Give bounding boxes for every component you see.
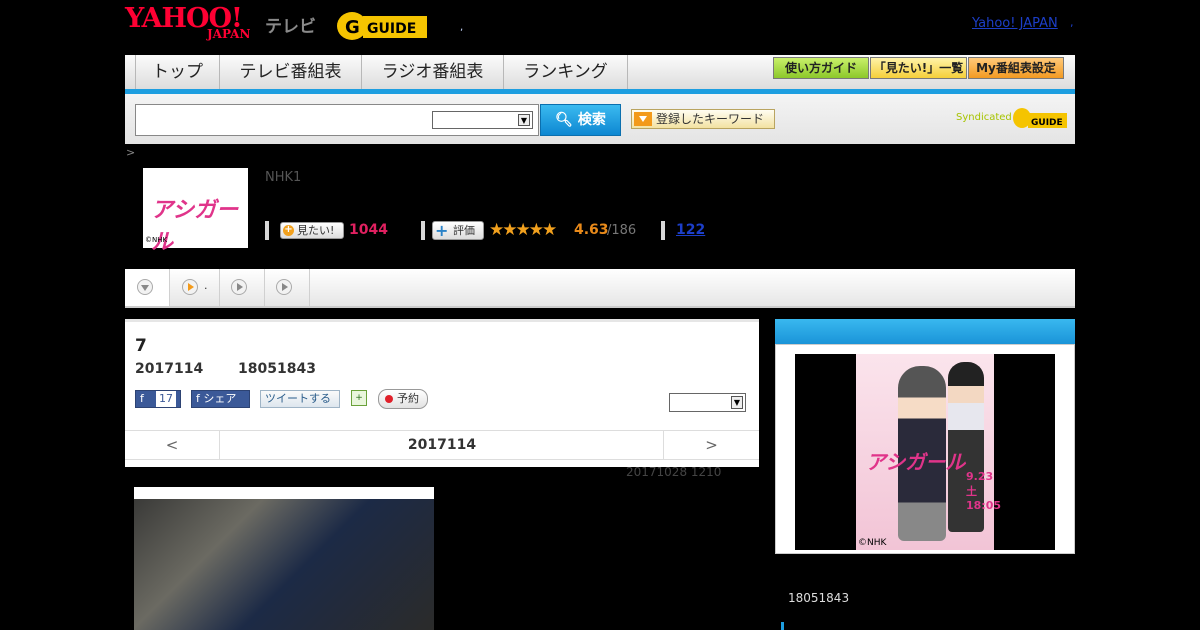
- syndicated-text: Syndicated: [956, 112, 1012, 123]
- stat-divider: [265, 221, 269, 240]
- nav-item-tv-schedule[interactable]: テレビ番組表: [220, 55, 362, 90]
- search-category-select[interactable]: ▼: [432, 111, 533, 129]
- side-accent-line: [781, 622, 784, 630]
- episode-pager: < 2017114 >: [125, 430, 759, 460]
- tweet-button[interactable]: ツイートする: [260, 390, 340, 408]
- rating-count: /186: [607, 223, 637, 238]
- tab-episodes[interactable]: .: [170, 269, 220, 306]
- rate-label: 評価: [453, 224, 475, 237]
- poster-credit: ©NHK: [858, 538, 887, 548]
- facebook-share-button[interactable]: f シェア: [191, 390, 250, 408]
- search-icon: 🔍︎: [555, 112, 573, 128]
- side-air-time: 18051843: [788, 591, 850, 605]
- nav-item-ranking[interactable]: ランキング: [504, 55, 628, 90]
- tv-label[interactable]: テレビ: [265, 12, 316, 37]
- play-icon: [231, 279, 247, 295]
- episode-select[interactable]: ▼: [669, 393, 746, 412]
- header-separator: ,: [460, 22, 464, 33]
- episode-time: 18051843: [238, 361, 316, 377]
- nav-item-radio-schedule[interactable]: ラジオ番組表: [362, 55, 504, 90]
- prev-episode-button[interactable]: <: [125, 431, 220, 459]
- side-panel: アシガール 9.23 土 18:05 ©NHK: [775, 344, 1075, 554]
- search-button-label: 検索: [577, 112, 606, 128]
- header-dot: ,: [1070, 16, 1074, 29]
- program-thumbnail[interactable]: アシガール ©NHK: [143, 168, 248, 255]
- play-icon: [182, 279, 198, 295]
- rating-value: 4.63: [574, 222, 609, 238]
- updated-timestamp: 20171028 1210: [626, 465, 722, 479]
- search-bar: ▼ 🔍︎ 検索 登録したキーワード Syndicated GUIDE: [125, 94, 1075, 144]
- reserve-label: 予約: [397, 392, 419, 405]
- want-list-button[interactable]: 「見たい!」一覧: [870, 57, 967, 79]
- program-poster[interactable]: アシガール 9.23 土 18:05 ©NHK: [795, 354, 1055, 550]
- next-episode-button[interactable]: >: [663, 431, 759, 459]
- search-button[interactable]: 🔍︎ 検索: [540, 104, 621, 136]
- episode-photo: [134, 499, 434, 630]
- program-thumb-title: アシガール: [151, 197, 239, 255]
- tab-episodes-label: .: [204, 279, 208, 292]
- tab-reviews[interactable]: [265, 269, 310, 306]
- facebook-like-count: 17: [156, 391, 176, 407]
- plus-icon: +: [283, 224, 294, 236]
- facebook-icon: f: [140, 392, 144, 405]
- calendar-add-icon[interactable]: +: [351, 390, 367, 406]
- want-to-watch-count: 1044: [349, 222, 388, 238]
- program-tabbar: .: [125, 269, 1075, 308]
- stat-divider: [421, 221, 425, 240]
- svg-text:GUIDE: GUIDE: [1031, 118, 1063, 128]
- gguide-logo[interactable]: G GUIDE: [335, 8, 431, 42]
- record-icon: [385, 395, 393, 403]
- channel-name: NHK1: [265, 170, 302, 185]
- poster-date: 9.23 土 18:05: [966, 470, 1002, 512]
- side-panel-header: [775, 319, 1075, 344]
- plus-icon: +: [435, 221, 449, 240]
- poster-background: アシガール 9.23 土 18:05: [856, 354, 1001, 550]
- chevron-down-icon: ▼: [518, 114, 530, 126]
- rate-button[interactable]: + 評価: [432, 221, 484, 240]
- play-icon: [276, 279, 292, 295]
- rating-stars: ★★★★★: [489, 220, 557, 240]
- syndicated-gguide-logo: Syndicated GUIDE: [956, 106, 1068, 130]
- page: YAHOO! JAPAN テレビ G GUIDE , Yahoo! JAPAN …: [0, 0, 1200, 630]
- yahoo-japan-link[interactable]: Yahoo! JAPAN: [972, 16, 1058, 31]
- gguide-mini-logo: GUIDE: [1013, 108, 1067, 128]
- current-episode-date: 2017114: [407, 437, 477, 453]
- reserve-button[interactable]: 予約: [378, 389, 428, 409]
- breadcrumb[interactable]: >: [126, 146, 135, 159]
- episode-number: 7: [135, 336, 147, 356]
- guide-button[interactable]: 使い方ガイド: [773, 57, 869, 79]
- chevron-down-icon: ▼: [731, 396, 743, 409]
- registered-keyword-button[interactable]: 登録したキーワード: [631, 109, 775, 129]
- facebook-like-button[interactable]: f 17: [135, 390, 181, 408]
- tab-overview[interactable]: [125, 269, 170, 306]
- svg-text:G: G: [345, 17, 360, 38]
- episode-date: 2017114: [135, 361, 204, 377]
- episode-image: [134, 487, 434, 630]
- registered-keyword-label: 登録したキーワード: [656, 112, 765, 126]
- program-thumb-credit: ©NHK: [145, 236, 168, 244]
- tab-cast[interactable]: [220, 269, 265, 306]
- stat-divider: [661, 221, 665, 240]
- svg-text:GUIDE: GUIDE: [367, 21, 416, 37]
- chevron-down-icon: [137, 279, 153, 295]
- episode-panel: 7 2017114 18051843 f 17 f シェア ツイートする + 予…: [125, 319, 759, 467]
- poster-logo: アシガール: [866, 450, 966, 474]
- nav-item-top[interactable]: トップ: [135, 55, 220, 90]
- want-to-watch-label: 見たい!: [297, 224, 335, 237]
- want-to-watch-button[interactable]: + 見たい!: [280, 222, 344, 239]
- dropdown-arrow-icon: [634, 112, 652, 126]
- review-count-link[interactable]: 122: [676, 222, 705, 238]
- my-schedule-button[interactable]: My番組表設定: [968, 57, 1064, 79]
- yahoo-logo-sub: JAPAN: [207, 27, 251, 41]
